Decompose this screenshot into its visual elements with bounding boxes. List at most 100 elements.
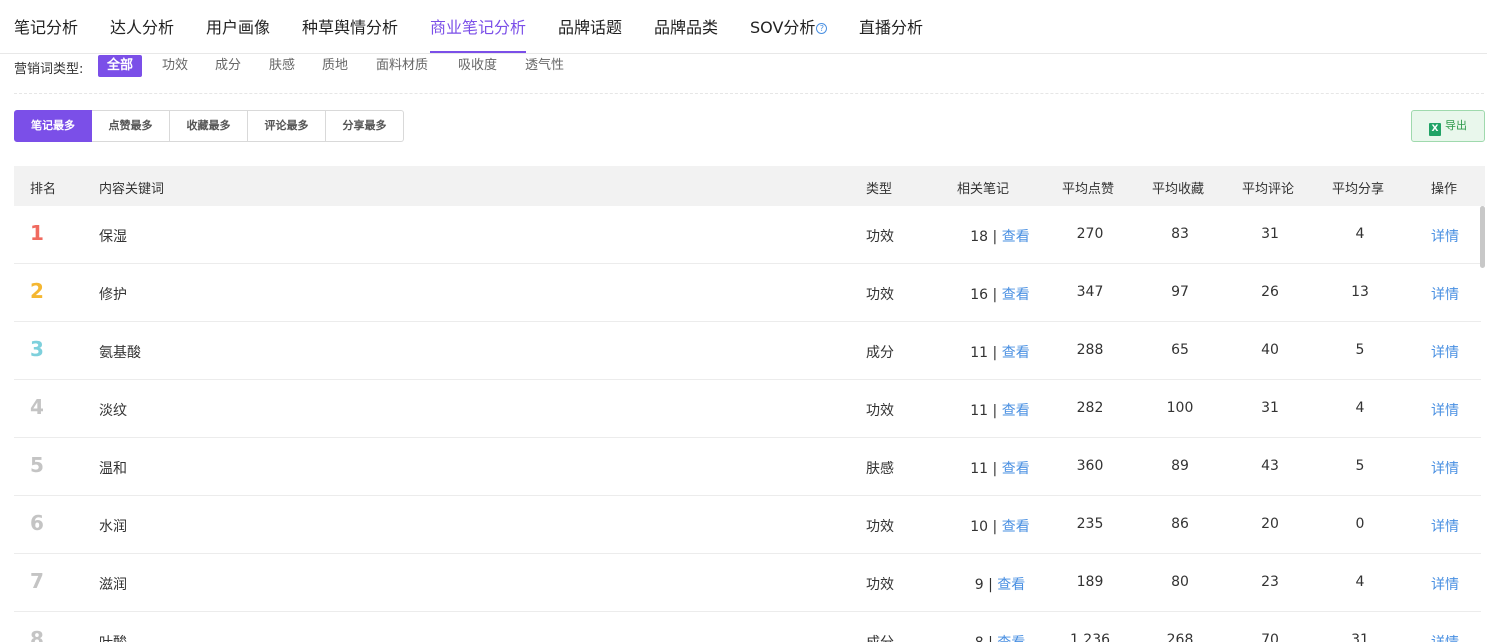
avg-shares-cell: 0 <box>1355 516 1365 532</box>
keyword-cell: 修护 <box>99 287 127 303</box>
filter-chip-fabric[interactable]: 面料材质 <box>376 55 428 77</box>
avg-comments-cell: 43 <box>1261 458 1279 474</box>
avg-shares-cell: 5 <box>1355 458 1365 474</box>
view-notes-link[interactable]: 查看 <box>997 577 1025 593</box>
detail-link[interactable]: 详情 <box>1431 574 1459 594</box>
filter-chip-breathability[interactable]: 透气性 <box>525 55 564 77</box>
view-notes-link[interactable]: 查看 <box>1002 287 1030 303</box>
related-notes-cell: 8 | 查看 <box>944 632 1056 642</box>
sort-most-shares-button[interactable]: 分享最多 <box>326 110 404 142</box>
notes-count: 18 <box>970 229 989 245</box>
keyword-cell: 氨基酸 <box>99 345 141 361</box>
table-row: 3 氨基酸 成分 11 | 查看 288 65 40 5 详情 <box>14 322 1481 380</box>
view-notes-link[interactable]: 查看 <box>1002 403 1030 419</box>
notes-count: 11 <box>970 345 989 361</box>
sort-most-notes-button[interactable]: 笔记最多 <box>14 110 92 142</box>
detail-link[interactable]: 详情 <box>1431 284 1459 304</box>
rank-number: 4 <box>30 395 44 419</box>
header-related-notes: 相关笔记 <box>957 182 1010 197</box>
tab-sentiment-analysis[interactable]: 种草舆情分析 <box>302 14 398 38</box>
rank-number: 1 <box>30 221 44 245</box>
filter-chip-efficacy[interactable]: 功效 <box>162 55 188 77</box>
separator: | <box>988 577 993 593</box>
notes-count: 16 <box>970 287 989 303</box>
avg-comments-cell: 40 <box>1261 342 1279 358</box>
type-cell: 成分 <box>866 632 894 642</box>
table-row: 4 淡纹 功效 11 | 查看 282 100 31 4 详情 <box>14 380 1481 438</box>
top-nav: 笔记分析 达人分析 用户画像 种草舆情分析 商业笔记分析 品牌话题 品牌品类 S… <box>0 0 1487 54</box>
avg-collects-cell: 86 <box>1171 516 1189 532</box>
table-row: 5 温和 肤感 11 | 查看 360 89 43 5 详情 <box>14 438 1481 496</box>
header-keyword: 内容关键词 <box>99 182 165 197</box>
header-avg-likes: 平均点赞 <box>1062 182 1115 197</box>
divider <box>14 93 1484 94</box>
avg-likes-cell: 360 <box>1076 458 1104 474</box>
export-button[interactable]: X 导出 <box>1411 110 1485 142</box>
notes-count: 8 <box>975 635 984 642</box>
view-notes-link[interactable]: 查看 <box>997 635 1025 642</box>
view-notes-link[interactable]: 查看 <box>1002 345 1030 361</box>
header-avg-collects: 平均收藏 <box>1152 182 1205 197</box>
avg-likes-cell: 288 <box>1076 342 1104 358</box>
table-row: 8 叶酸 成分 8 | 查看 1,236 268 70 31 详情 <box>14 612 1481 642</box>
detail-link[interactable]: 详情 <box>1431 342 1459 362</box>
avg-comments-cell: 20 <box>1261 516 1279 532</box>
keyword-cell: 淡纹 <box>99 403 127 419</box>
avg-shares-cell: 5 <box>1355 342 1365 358</box>
view-notes-link[interactable]: 查看 <box>1002 229 1030 245</box>
rank-number: 3 <box>30 337 44 361</box>
detail-link[interactable]: 详情 <box>1431 400 1459 420</box>
tab-commercial-note-analysis[interactable]: 商业笔记分析 <box>430 14 526 38</box>
scrollbar[interactable] <box>1480 206 1485 268</box>
detail-link[interactable]: 详情 <box>1431 226 1459 246</box>
export-label: 导出 <box>1445 119 1467 132</box>
filter-chip-skin-feel[interactable]: 肤感 <box>269 55 295 77</box>
tab-influencer-analysis[interactable]: 达人分析 <box>110 14 174 38</box>
related-notes-cell: 18 | 查看 <box>944 226 1056 246</box>
table-row: 6 水润 功效 10 | 查看 235 86 20 0 详情 <box>14 496 1481 554</box>
active-tab-indicator <box>430 51 526 53</box>
type-cell: 功效 <box>866 229 894 245</box>
filter-chip-texture[interactable]: 质地 <box>322 55 348 77</box>
table-row: 1 保湿 功效 18 | 查看 270 83 31 4 详情 <box>14 206 1481 264</box>
tab-user-portrait[interactable]: 用户画像 <box>206 14 270 38</box>
sort-most-comments-button[interactable]: 评论最多 <box>248 110 326 142</box>
header-avg-comments: 平均评论 <box>1242 182 1295 197</box>
avg-collects-cell: 268 <box>1166 632 1194 642</box>
detail-link[interactable]: 详情 <box>1431 632 1459 642</box>
tab-live-analysis[interactable]: 直播分析 <box>859 14 923 38</box>
tab-note-analysis[interactable]: 笔记分析 <box>14 14 78 38</box>
avg-shares-cell: 13 <box>1351 284 1369 300</box>
notes-count: 9 <box>974 577 984 593</box>
table-row: 7 滋润 功效 9 | 查看 189 80 23 4 详情 <box>14 554 1481 612</box>
filter-chip-absorption[interactable]: 吸收度 <box>458 55 497 77</box>
filter-chip-ingredient[interactable]: 成分 <box>215 55 241 77</box>
view-notes-link[interactable]: 查看 <box>1002 461 1030 477</box>
avg-comments-cell: 31 <box>1261 400 1279 416</box>
filter-chip-all[interactable]: 全部 <box>98 55 143 77</box>
tab-sov-analysis[interactable]: SOV分析? <box>750 14 828 38</box>
avg-likes-cell: 282 <box>1076 400 1104 416</box>
tab-brand-category[interactable]: 品牌品类 <box>654 14 718 38</box>
separator: | <box>992 287 998 303</box>
sort-most-likes-button[interactable]: 点赞最多 <box>92 110 170 142</box>
help-icon[interactable]: ? <box>816 23 828 34</box>
detail-link[interactable]: 详情 <box>1431 458 1459 478</box>
sort-most-collects-button[interactable]: 收藏最多 <box>170 110 248 142</box>
keyword-cell: 温和 <box>99 461 127 477</box>
table-header: 排名 内容关键词 类型 相关笔记 平均点赞 平均收藏 平均评论 平均分享 操作 <box>14 166 1485 206</box>
sort-button-group: 笔记最多 点赞最多 收藏最多 评论最多 分享最多 <box>14 110 404 142</box>
related-notes-cell: 11 | 查看 <box>944 458 1056 478</box>
tab-brand-topic[interactable]: 品牌话题 <box>558 14 622 38</box>
avg-collects-cell: 100 <box>1166 400 1194 416</box>
view-notes-link[interactable]: 查看 <box>1002 519 1030 535</box>
avg-collects-cell: 65 <box>1171 342 1189 358</box>
type-cell: 功效 <box>866 519 894 535</box>
avg-likes-cell: 270 <box>1076 226 1104 242</box>
rank-number: 6 <box>30 511 44 535</box>
detail-link[interactable]: 详情 <box>1431 516 1459 536</box>
avg-collects-cell: 83 <box>1171 226 1189 242</box>
rank-number: 2 <box>30 279 44 303</box>
avg-likes-cell: 235 <box>1076 516 1104 532</box>
filter-label: 营销词类型: <box>14 62 84 77</box>
